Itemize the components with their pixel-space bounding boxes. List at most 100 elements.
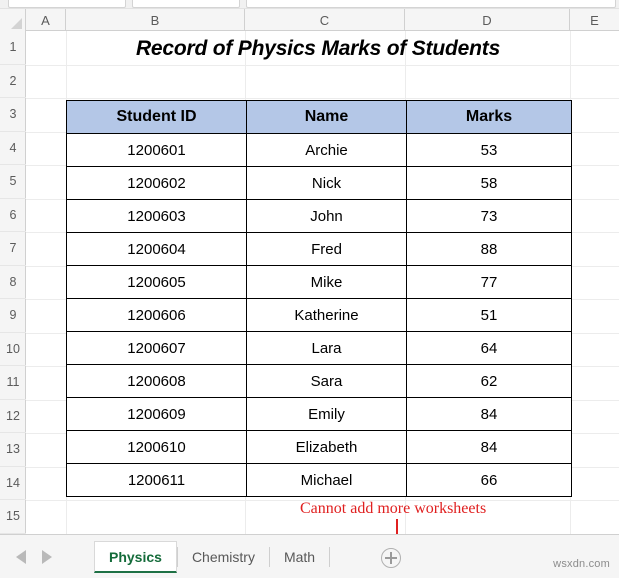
row-header-5[interactable]: 5 xyxy=(0,165,26,199)
student-id-cell[interactable]: 1200603 xyxy=(66,199,247,233)
marks-cell[interactable]: 62 xyxy=(406,364,572,398)
row-header-12[interactable]: 12 xyxy=(0,400,26,433)
sheet-tab-chemistry[interactable]: Chemistry xyxy=(178,541,269,573)
column-header-band: A B C D E xyxy=(0,9,619,31)
row-header-1[interactable]: 1 xyxy=(0,31,26,65)
name-cell[interactable]: Mike xyxy=(246,265,407,299)
column-header-student-id: Student ID xyxy=(66,100,247,134)
formula-bar-strip xyxy=(0,0,619,9)
sheet-tab-physics[interactable]: Physics xyxy=(94,541,177,573)
excel-worksheet-window: A B C D E 1 2 3 4 5 6 7 8 9 10 11 12 13 14 15 Record o… xyxy=(0,0,619,578)
column-header-a-label: A xyxy=(41,12,50,28)
student-id-cell[interactable]: 1200610 xyxy=(66,430,247,464)
name-cell[interactable]: Lara xyxy=(246,331,407,365)
name-cell[interactable]: Katherine xyxy=(246,298,407,332)
table-row: 1200601 Archie 53 xyxy=(66,133,572,167)
row-header-15[interactable]: 15 xyxy=(0,500,26,534)
row-header-label: 9 xyxy=(9,308,17,323)
row-header-14[interactable]: 14 xyxy=(0,467,26,500)
name-cell[interactable]: Elizabeth xyxy=(246,430,407,464)
page-title: Record of Physics Marks of Students xyxy=(135,37,501,60)
row-header-label: 4 xyxy=(9,140,17,155)
name-cell[interactable]: Emily xyxy=(246,397,407,431)
row-header-13[interactable]: 13 xyxy=(0,433,26,467)
student-id-cell[interactable]: 1200605 xyxy=(66,265,247,299)
column-header-c-label: C xyxy=(319,12,330,28)
tab-separator xyxy=(329,547,331,567)
column-header-b[interactable]: B xyxy=(66,9,245,31)
row-header-label: 11 xyxy=(6,375,20,390)
column-header-name: Name xyxy=(246,100,407,134)
marks-cell[interactable]: 88 xyxy=(406,232,572,266)
select-all-triangle-icon xyxy=(11,18,22,29)
student-id-cell[interactable]: 1200602 xyxy=(66,166,247,200)
marks-cell[interactable]: 51 xyxy=(406,298,572,332)
student-id-cell[interactable]: 1200609 xyxy=(66,397,247,431)
marks-cell[interactable]: 66 xyxy=(406,463,572,497)
formula-input[interactable] xyxy=(246,0,616,8)
select-all-corner[interactable] xyxy=(0,9,26,31)
marks-cell[interactable]: 64 xyxy=(406,331,572,365)
table-row: 1200605 Mike 77 xyxy=(66,265,572,299)
row-header-band: 1 2 3 4 5 6 7 8 9 10 11 12 13 14 15 xyxy=(0,31,26,534)
marks-cell[interactable]: 73 xyxy=(406,199,572,233)
marks-cell[interactable]: 84 xyxy=(406,430,572,464)
column-header-b-label: B xyxy=(150,12,160,28)
name-cell[interactable]: Nick xyxy=(246,166,407,200)
column-header-a[interactable]: A xyxy=(26,9,66,31)
name-box[interactable] xyxy=(8,0,126,8)
row-header-8[interactable]: 8 xyxy=(0,266,26,299)
name-cell[interactable]: John xyxy=(246,199,407,233)
table-row: 1200609 Emily 84 xyxy=(66,397,572,431)
name-cell[interactable]: Fred xyxy=(246,232,407,266)
student-id-cell[interactable]: 1200608 xyxy=(66,364,247,398)
marks-table: Student ID Name Marks 1200601 Archie 53 120… xyxy=(66,100,572,497)
name-cell[interactable]: Sara xyxy=(246,364,407,398)
annotation-label: Cannot add more worksheets xyxy=(300,500,487,517)
sheet-navigation-arrows[interactable] xyxy=(16,546,82,568)
function-box[interactable] xyxy=(132,0,240,8)
row-header-label: 8 xyxy=(9,274,17,289)
name-cell[interactable]: Archie xyxy=(246,133,407,167)
add-sheet-button[interactable] xyxy=(381,548,401,568)
marks-cell[interactable]: 84 xyxy=(406,397,572,431)
row-header-10[interactable]: 10 xyxy=(0,333,26,366)
student-id-cell[interactable]: 1200611 xyxy=(66,463,247,497)
plus-icon-vertical xyxy=(390,552,392,564)
row-header-9[interactable]: 9 xyxy=(0,299,26,333)
table-row: 1200608 Sara 62 xyxy=(66,364,572,398)
sheet-tab-math[interactable]: Math xyxy=(270,541,329,573)
row-header-label: 13 xyxy=(6,442,20,457)
table-row: 1200611 Michael 66 xyxy=(66,463,572,497)
student-id-cell[interactable]: 1200604 xyxy=(66,232,247,266)
column-header-e-label: E xyxy=(590,12,599,28)
column-header-e[interactable]: E xyxy=(570,9,619,31)
student-id-cell[interactable]: 1200606 xyxy=(66,298,247,332)
row-header-6[interactable]: 6 xyxy=(0,199,26,232)
row-header-label: 7 xyxy=(9,241,17,256)
row-header-label: 3 xyxy=(9,107,17,122)
row-header-7[interactable]: 7 xyxy=(0,232,26,266)
marks-cell[interactable]: 58 xyxy=(406,166,572,200)
row-header-label: 14 xyxy=(6,475,20,490)
table-row: 1200610 Elizabeth 84 xyxy=(66,430,572,464)
student-id-cell[interactable]: 1200607 xyxy=(66,331,247,365)
row-header-label: 12 xyxy=(6,408,20,423)
column-header-marks: Marks xyxy=(406,100,572,134)
row-header-4[interactable]: 4 xyxy=(0,132,26,165)
marks-cell[interactable]: 53 xyxy=(406,133,572,167)
next-sheet-arrow-icon[interactable] xyxy=(42,550,52,564)
name-cell[interactable]: Michael xyxy=(246,463,407,497)
table-row: 1200602 Nick 58 xyxy=(66,166,572,200)
column-header-d[interactable]: D xyxy=(405,9,570,31)
row-header-label: 15 xyxy=(6,509,20,524)
previous-sheet-arrow-icon[interactable] xyxy=(16,550,26,564)
row-header-2[interactable]: 2 xyxy=(0,65,26,98)
row-header-11[interactable]: 11 xyxy=(0,366,26,400)
student-id-cell[interactable]: 1200601 xyxy=(66,133,247,167)
table-row: 1200606 Katherine 51 xyxy=(66,298,572,332)
marks-cell[interactable]: 77 xyxy=(406,265,572,299)
column-header-c[interactable]: C xyxy=(245,9,405,31)
row-header-label: 5 xyxy=(9,174,17,189)
row-header-3[interactable]: 3 xyxy=(0,98,26,132)
